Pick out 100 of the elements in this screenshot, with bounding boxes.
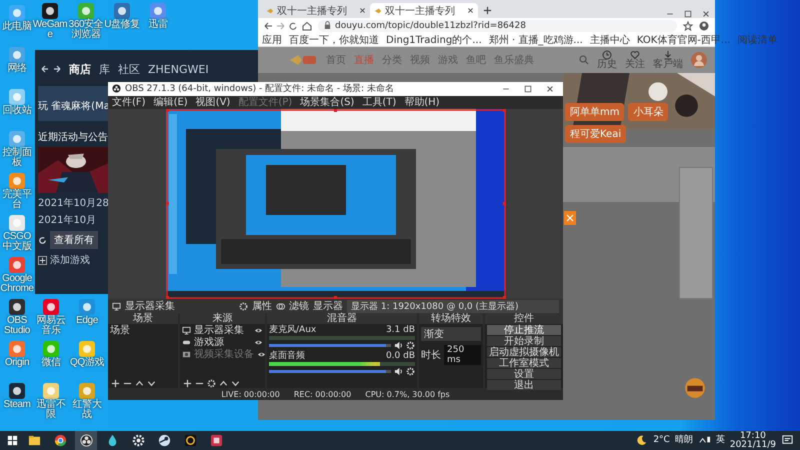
settings-icon[interactable] (207, 379, 216, 388)
control-button[interactable]: 启动虚拟摄像机 (487, 347, 561, 358)
speaker-icon[interactable] (394, 367, 403, 376)
icon-label: 完美平台 (2, 190, 33, 210)
circle-icon[interactable] (80, 434, 92, 447)
down-icon[interactable] (147, 379, 156, 388)
event-time: 2021年10月 (38, 214, 98, 227)
channel-reading: 3.1 dB (386, 325, 415, 336)
bookmark[interactable]: 主播中心 (590, 32, 630, 46)
add-game-link[interactable]: 添加游戏 (50, 253, 90, 267)
lock-icon (324, 21, 331, 30)
download-icon[interactable] (663, 50, 673, 60)
navigation-icon[interactable] (264, 20, 312, 30)
streamer-card[interactable]: 程可爱Keai (565, 125, 626, 143)
close-icon[interactable] (467, 7, 474, 14)
source-name: 显示器采集 (125, 300, 176, 312)
app-icon[interactable] (210, 434, 222, 447)
nav-tab[interactable]: ZHENGWEI (148, 62, 209, 76)
taskbar-button[interactable] (75, 431, 97, 450)
icon-label: 关注 (625, 60, 645, 70)
close-icon[interactable] (359, 7, 366, 14)
bookmark[interactable]: 应用 (262, 32, 282, 46)
bookmark[interactable]: KOK体育官网-西甲... (636, 32, 730, 46)
dock-title: 来源 (180, 313, 265, 324)
source-item[interactable]: 游戏源 (194, 337, 224, 348)
icon-label: Origin (4, 358, 30, 368)
bookmark[interactable]: 郑州 · 直播_吃鸡游... (488, 32, 583, 46)
menu-item[interactable]: 帮助(H) (404, 95, 440, 110)
event-date: 2021年10月28 (38, 197, 110, 210)
settings-icon[interactable] (239, 302, 248, 311)
profile-icon[interactable] (699, 20, 709, 30)
nav-tab[interactable]: 库 (99, 62, 110, 76)
settings-icon[interactable] (406, 367, 415, 376)
app-icon[interactable] (41, 2, 59, 20)
control-button[interactable]: 设置 (487, 369, 561, 380)
update-button[interactable]: 查看所有 (50, 231, 98, 249)
menu-item[interactable]: 场景集合(S) (300, 95, 354, 110)
icon-label: 历史 (597, 60, 617, 70)
start-button[interactable] (6, 434, 19, 447)
app-icon[interactable] (8, 298, 26, 316)
back-forward-icon[interactable] (41, 64, 61, 74)
steam-icon[interactable] (158, 434, 170, 447)
icon-label: 网络 (7, 64, 27, 74)
app-icon[interactable] (8, 382, 26, 400)
filter-icon[interactable] (276, 302, 285, 311)
streamer-card[interactable]: 小耳朵 (628, 103, 668, 121)
badge-icon[interactable] (684, 377, 706, 399)
bookmark[interactable]: Ding1Trading的个... (386, 32, 482, 46)
settings-icon[interactable] (406, 341, 415, 350)
control-button[interactable]: 停止推流 (487, 325, 561, 336)
filters-button[interactable]: 滤镜 (289, 299, 309, 314)
menu-item[interactable]: 工具(T) (362, 95, 396, 110)
refresh-icon[interactable] (38, 236, 47, 244)
nav-tab[interactable]: 商店 (69, 62, 91, 76)
circle-icon (112, 84, 121, 94)
input-method[interactable]: 英 (716, 436, 725, 445)
up-icon[interactable] (219, 379, 228, 388)
browser-tab[interactable]: 双十一主播专列 (370, 3, 478, 18)
address-bar[interactable]: douyu.com/topic/double11zbzl?rid=86428 (318, 20, 677, 32)
fish-icon (266, 6, 274, 14)
icon-label: 360安全浏览器 (68, 20, 104, 40)
control-button[interactable]: 退出 (487, 380, 561, 390)
live-status: LIVE: 00:00:00 (221, 390, 280, 399)
bookmark[interactable]: 百度一下，你就知道 (289, 32, 379, 46)
source-item[interactable]: 显示器采集 (194, 325, 244, 336)
menu-item[interactable]: 视图(V) (196, 95, 230, 110)
icon-label: 此电脑 (2, 22, 32, 32)
rec-status: REC: 00:00:00 (294, 390, 352, 399)
clock-icon[interactable] (602, 50, 612, 60)
up-icon[interactable] (135, 379, 144, 388)
dock-title: 转场特效 (419, 313, 483, 324)
properties-button[interactable]: 属性 (252, 299, 272, 314)
add-icon[interactable] (183, 379, 192, 388)
control-button[interactable]: 开始录制 (487, 336, 561, 346)
scene-item[interactable]: 场景 (110, 325, 176, 336)
window-title: OBS 27.1.3 (64-bit, windows) - 配置文件: 未命名 - 场景: 未命名 (125, 82, 395, 96)
add-icon[interactable] (111, 379, 120, 388)
menu-item[interactable]: 文件(F) (112, 95, 146, 110)
heart-icon[interactable] (630, 50, 640, 60)
speaker-icon[interactable] (394, 341, 403, 350)
streamer-card[interactable]: 阿单单mm (565, 103, 624, 121)
down-icon[interactable] (231, 379, 240, 388)
display-dropdown[interactable]: 显示器 1: 1920x1080 @ 0,0 (主显示器) (347, 300, 559, 313)
nav-tab[interactable]: 社区 (118, 62, 140, 76)
control-button[interactable]: 工作室模式 (487, 358, 561, 368)
app-icon[interactable] (184, 434, 196, 447)
new-tab-button[interactable] (483, 6, 492, 15)
folder-icon[interactable] (28, 434, 40, 447)
star-icon[interactable] (683, 20, 693, 30)
transition-dropdown[interactable]: 渐变 (421, 327, 481, 342)
plus-icon[interactable] (38, 256, 47, 264)
icon-label: OBS Studio (3, 316, 31, 336)
notification-icon[interactable] (781, 434, 794, 447)
search-icon[interactable] (579, 55, 589, 65)
menu-item[interactable]: 编辑(E) (154, 95, 188, 110)
weather-text: 晴朗 (674, 436, 693, 445)
fish-icon (374, 6, 382, 14)
browser-icon[interactable] (54, 434, 66, 447)
duration-field[interactable]: 250 ms (444, 345, 481, 366)
browser-tab[interactable]: 双十一主播专列 (262, 3, 370, 18)
